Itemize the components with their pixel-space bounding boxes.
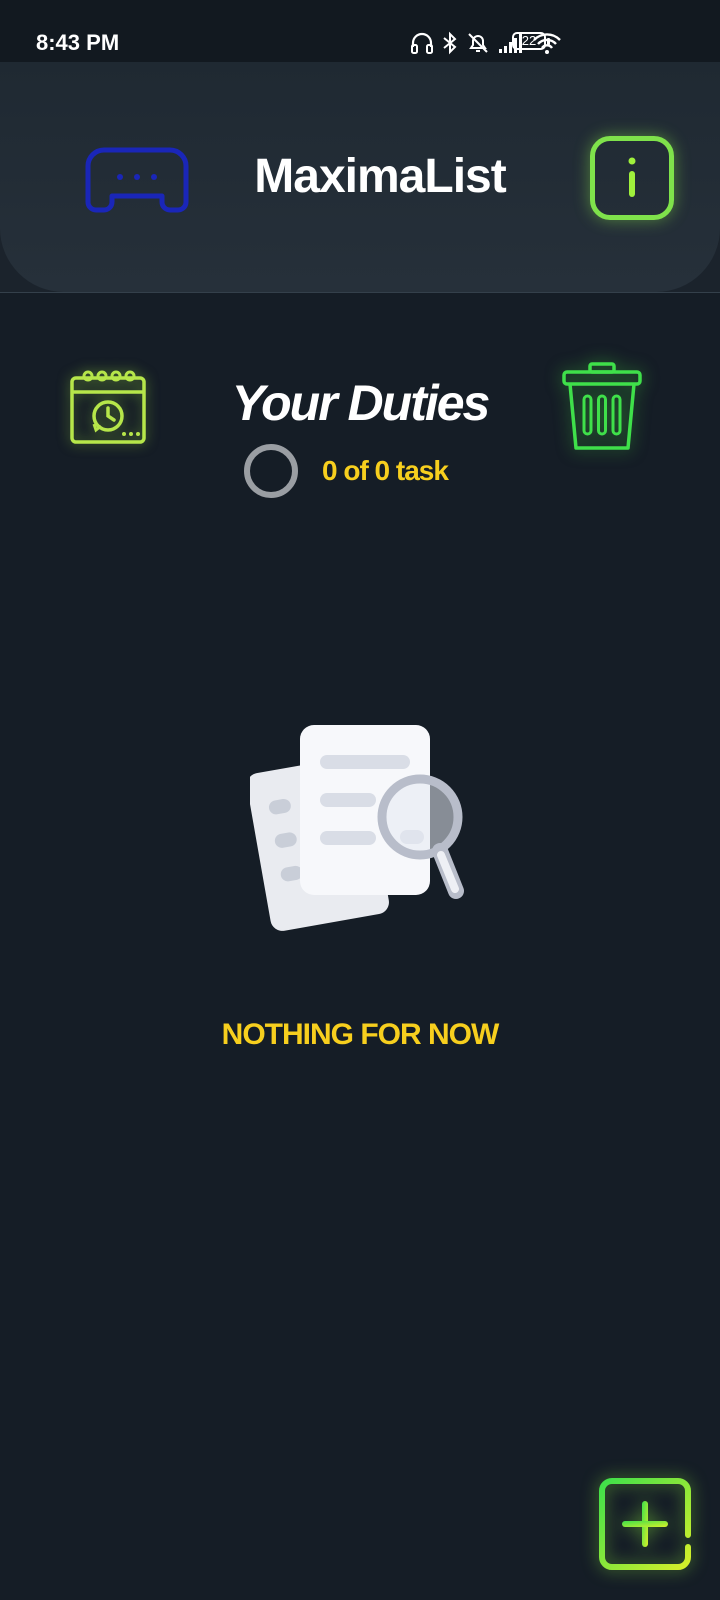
gamepad-icon <box>85 147 189 213</box>
app-title: MaximaList <box>254 150 506 203</box>
add-task-button[interactable] <box>598 1477 692 1571</box>
headphones-icon <box>410 31 434 55</box>
progress-ring <box>244 444 298 498</box>
notifications-off-icon <box>466 31 490 55</box>
app-screen: 8:43 PM 22 MaximaList Your Duties 0 of 0… <box>0 0 720 1600</box>
document-search-icon <box>246 725 490 935</box>
delete-all-button[interactable] <box>560 360 644 456</box>
header-divider <box>0 292 720 293</box>
trash-icon <box>562 362 642 450</box>
battery-tip <box>547 38 550 45</box>
info-icon <box>628 157 636 197</box>
status-time: 8:43 PM <box>36 30 120 55</box>
info-button[interactable] <box>590 136 674 220</box>
empty-state-message: NOTHING FOR NOW <box>221 1018 500 1051</box>
duties-title: Your Duties <box>231 375 491 431</box>
schedule-button[interactable] <box>66 368 150 448</box>
plus-icon <box>599 1478 691 1570</box>
calendar-clock-icon <box>70 370 146 444</box>
status-bar: 8:43 PM 22 <box>0 0 720 62</box>
bluetooth-icon <box>442 31 458 55</box>
battery-level: 22 <box>521 33 537 48</box>
battery-icon: 22 <box>512 32 552 52</box>
gamepad-button[interactable] <box>82 140 192 222</box>
progress-text: 0 of 0 task <box>322 455 449 486</box>
